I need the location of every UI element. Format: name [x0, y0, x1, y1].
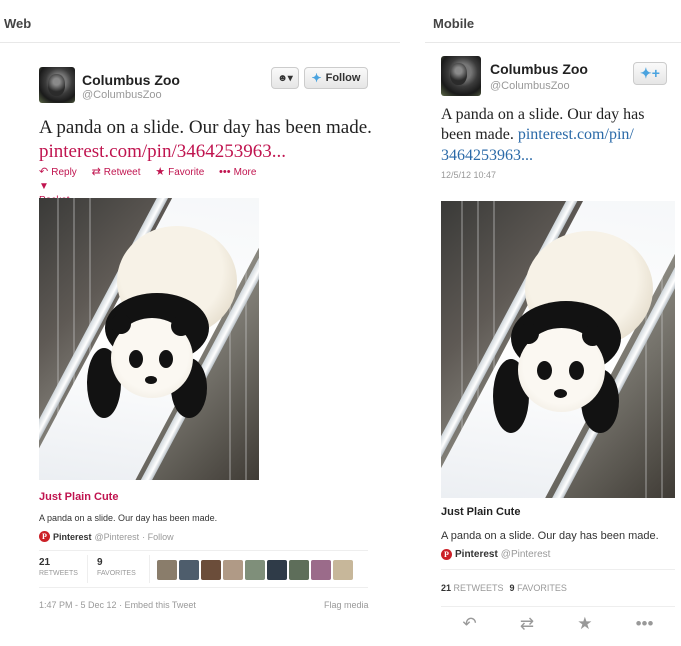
star-icon[interactable]: ★: [577, 614, 592, 634]
retweet-count[interactable]: 21 RETWEETS: [39, 557, 78, 577]
more-action[interactable]: ••• More: [219, 166, 262, 178]
flag-media-link[interactable]: Flag media: [324, 600, 369, 610]
panda-nose: [145, 376, 157, 384]
divider: [87, 555, 88, 583]
panda-eye: [159, 350, 173, 368]
avatar[interactable]: [39, 67, 75, 103]
favorite-count[interactable]: 9 FAVORITES: [510, 583, 567, 593]
embed-link[interactable]: · Embed this Tweet: [119, 600, 196, 610]
user-icon: ☻▾: [277, 72, 293, 84]
retweet-icon: ⇄: [91, 166, 101, 178]
avatar[interactable]: [267, 560, 287, 580]
tweet-body: A panda on a slide. Our day has been mad…: [39, 117, 372, 138]
tweet-link[interactable]: pinterest.com/pin/: [518, 126, 634, 143]
avatar[interactable]: [245, 560, 265, 580]
favoriters-avatars: [157, 560, 353, 580]
panda-eye: [569, 361, 584, 380]
tweet-text: A panda on a slide. Our day has been mad…: [441, 105, 676, 166]
tweet-text: A panda on a slide. Our day has been mad…: [39, 116, 379, 164]
follow-button[interactable]: ✦+: [633, 62, 667, 85]
panda-ear: [171, 316, 191, 336]
avatar[interactable]: [311, 560, 331, 580]
retweet-icon[interactable]: ⇄: [520, 614, 534, 634]
tweet-stats: 21 RETWEETS 9 FAVORITES: [441, 569, 675, 607]
divider: [149, 555, 150, 583]
twitter-bird-icon: ✦: [311, 71, 322, 85]
source-follow[interactable]: · Follow: [142, 532, 174, 542]
pinterest-icon: P: [39, 531, 50, 542]
timestamp[interactable]: 1:47 PM - 5 Dec 12: [39, 600, 117, 610]
favorite-action[interactable]: ★ Favorite: [155, 166, 210, 178]
reply-icon: ↶: [39, 166, 49, 178]
mobile-header-label: Mobile: [433, 16, 475, 31]
source-handle[interactable]: @Pinterest: [501, 549, 551, 560]
panda-photo[interactable]: [39, 198, 259, 480]
more-icon: •••: [219, 166, 231, 178]
tweet-link[interactable]: pinterest.com/pin/3464253963...: [39, 141, 286, 162]
user-actions-button[interactable]: ☻▾: [271, 67, 299, 89]
follow-label: Follow: [325, 72, 361, 84]
reply-action[interactable]: ↶ Reply: [39, 166, 83, 178]
card-description: A panda on a slide. Our day has been mad…: [39, 513, 218, 523]
pinterest-icon: P: [441, 549, 452, 560]
source-name[interactable]: Pinterest: [455, 549, 498, 560]
tweet-actions: ↶ ⇄ ★ •••: [441, 614, 675, 634]
mobile-tweet-card: Columbus Zoo @ColumbusZoo ✦+ A panda on …: [425, 44, 681, 644]
tweet-link-cont[interactable]: 3464253963...: [441, 147, 533, 164]
retweet-action[interactable]: ⇄ Retweet: [91, 166, 147, 178]
account-name[interactable]: Columbus Zoo: [82, 72, 180, 88]
web-header-label: Web: [4, 16, 32, 31]
panda-eye: [537, 361, 552, 380]
account-handle[interactable]: @ColumbusZoo: [490, 80, 570, 92]
favorite-count[interactable]: 9 FAVORITES: [97, 557, 136, 577]
more-icon[interactable]: •••: [636, 614, 654, 634]
avatar[interactable]: [441, 56, 481, 96]
avatar[interactable]: [179, 560, 199, 580]
account-name[interactable]: Columbus Zoo: [490, 61, 588, 77]
card-title[interactable]: Just Plain Cute: [39, 491, 118, 503]
timestamp: 12/5/12 10:47: [441, 170, 497, 180]
panda-ear: [582, 325, 603, 346]
tweet-stats: 21 RETWEETS 9 FAVORITES: [39, 550, 368, 588]
pocket-icon[interactable]: ▼: [39, 181, 49, 192]
source-name[interactable]: Pinterest: [53, 532, 92, 542]
web-section-header: Web: [0, 0, 400, 43]
retweet-count[interactable]: 21 RETWEETS: [441, 583, 504, 593]
avatar[interactable]: [223, 560, 243, 580]
avatar[interactable]: [289, 560, 309, 580]
panda-photo[interactable]: [441, 201, 675, 498]
mobile-section-header: Mobile: [425, 0, 681, 43]
web-tweet-card: Columbus Zoo @ColumbusZoo ☻▾ ✦ Follow A …: [26, 52, 382, 636]
avatar[interactable]: [333, 560, 353, 580]
card-title[interactable]: Just Plain Cute: [441, 506, 520, 518]
panda-nose: [554, 389, 567, 398]
card-source: P Pinterest @Pinterest: [441, 549, 550, 560]
panda-ear: [111, 314, 131, 334]
card-description: A panda on a slide. Our day has been mad…: [441, 530, 659, 542]
avatar[interactable]: [201, 560, 221, 580]
tweet-meta: 1:47 PM - 5 Dec 12 · Embed this Tweet: [39, 600, 196, 610]
panda-eye: [129, 350, 143, 368]
source-handle[interactable]: @Pinterest: [95, 532, 140, 542]
card-source: P Pinterest @Pinterest · Follow: [39, 531, 174, 542]
follow-button[interactable]: ✦ Follow: [304, 67, 368, 89]
reply-icon[interactable]: ↶: [463, 614, 477, 634]
account-handle[interactable]: @ColumbusZoo: [82, 89, 162, 101]
panda-ear: [518, 323, 539, 344]
star-icon: ★: [155, 166, 166, 178]
avatar[interactable]: [157, 560, 177, 580]
twitter-bird-icon: ✦+: [640, 65, 660, 81]
